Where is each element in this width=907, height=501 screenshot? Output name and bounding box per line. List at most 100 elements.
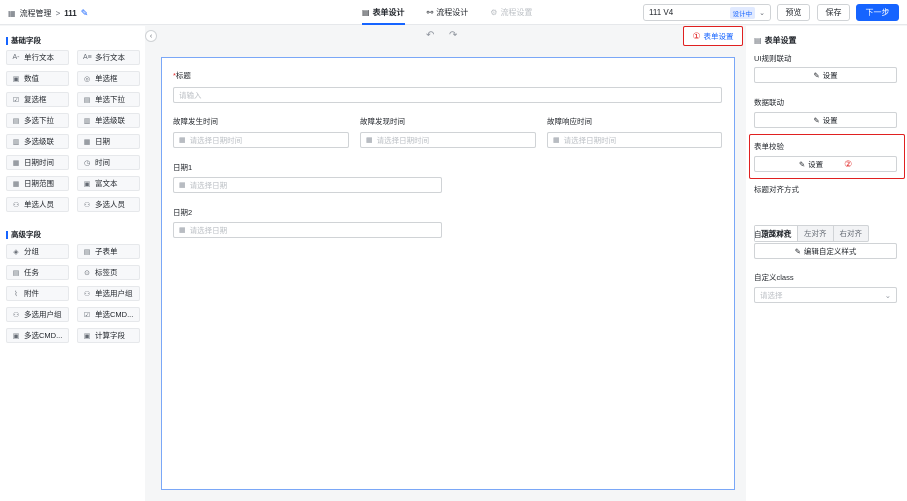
- custom-class-select[interactable]: 请选择 ⌄: [754, 287, 897, 303]
- field-item[interactable]: ▣ 计算字段: [77, 328, 140, 343]
- gear-icon: ⚙: [490, 8, 498, 17]
- title-align-label: 标题对齐方式: [754, 185, 799, 194]
- tab-flow-settings[interactable]: ⚙ 流程设置: [490, 7, 532, 18]
- fault-occur-datetime-input[interactable]: ▦ 请选择日期时间: [173, 132, 349, 148]
- tab-label: 流程设置: [500, 8, 533, 17]
- field-item[interactable]: ⚇ 单选用户组: [77, 286, 140, 301]
- field-item[interactable]: ▥ 多选级联: [6, 134, 69, 149]
- field-item-label: 标签页: [95, 268, 118, 277]
- field-item[interactable]: ▦ 日期范围: [6, 176, 69, 191]
- field-item[interactable]: ▦ 日期时间: [6, 155, 69, 170]
- field-item[interactable]: ▦ 日期: [77, 134, 140, 149]
- date1-input[interactable]: ▦ 请选择日期: [173, 177, 442, 193]
- preview-button[interactable]: 预览: [777, 4, 810, 21]
- field-type-icon: ▦: [12, 159, 20, 167]
- field-item[interactable]: A- 单行文本: [6, 50, 69, 65]
- fault-found-label: 故障发现时间: [360, 117, 405, 126]
- field-item-label: 日期范围: [24, 179, 54, 188]
- field-item[interactable]: ▣ 数值: [6, 71, 69, 86]
- field-item-label: 单选人员: [24, 200, 54, 209]
- document-icon: ▤: [754, 36, 762, 45]
- tab-flow-design[interactable]: ⚯ 流程设计: [427, 7, 469, 18]
- breadcrumb-root[interactable]: 流程管理: [20, 8, 52, 19]
- field-item[interactable]: A≡ 多行文本: [77, 50, 140, 65]
- canvas-toolbar: ↶ ↷: [150, 26, 745, 46]
- title-input[interactable]: 请输入: [173, 87, 722, 103]
- field-item[interactable]: ⚇ 单选人员: [6, 197, 69, 212]
- save-button[interactable]: 保存: [817, 4, 850, 21]
- field-item-label: 时间: [95, 158, 110, 167]
- settings-panel: ▤ 表单设置 UI规则联动 ✎ 设置 数据联动 ✎ 设置 表单校验 ✎ 设置 ②…: [746, 26, 907, 501]
- field-item[interactable]: ⊙ 标签页: [77, 265, 140, 280]
- annotation-marker-1: ①: [692, 30, 701, 41]
- ui-rule-label: UI规则联动: [754, 54, 792, 63]
- form-settings-button[interactable]: ① 表单设置: [683, 26, 743, 46]
- field-type-icon: ▦: [83, 138, 91, 146]
- placeholder-text: 请选择: [760, 290, 783, 300]
- field-item[interactable]: ▣ 富文本: [77, 176, 140, 191]
- edit-icon[interactable]: ✎: [81, 8, 89, 19]
- chevron-down-icon: ⌄: [884, 290, 891, 300]
- placeholder-text: 请选择日期: [189, 225, 228, 235]
- field-item[interactable]: ◎ 单选框: [77, 71, 140, 86]
- fault-response-datetime-input[interactable]: ▦ 请选择日期时间: [547, 132, 722, 148]
- custom-class-label: 自定义class: [754, 273, 794, 282]
- field-item[interactable]: ◈ 分组: [6, 244, 69, 259]
- calendar-icon: ▦: [179, 227, 186, 234]
- field-item-label: 单行文本: [24, 53, 54, 62]
- field-type-icon: ▥: [12, 138, 20, 146]
- ui-rule-settings-button[interactable]: ✎ 设置: [754, 67, 897, 83]
- field-item[interactable]: ⌇ 附件: [6, 286, 69, 301]
- field-item-label: 单选CMD...: [95, 310, 134, 319]
- field-type-icon: ▤: [12, 269, 20, 277]
- field-item[interactable]: ◷ 时间: [77, 155, 140, 170]
- field-item[interactable]: ▤ 子表单: [77, 244, 140, 259]
- align-left-option[interactable]: 左对齐: [798, 226, 834, 241]
- field-item-label: 富文本: [95, 179, 118, 188]
- field-type-icon: ▦: [12, 180, 20, 188]
- placeholder-text: 请选择日期: [189, 180, 228, 190]
- field-item[interactable]: ⚇ 多选用户组: [6, 307, 69, 322]
- field-type-icon: ⚇: [12, 311, 20, 319]
- field-type-icon: ⚇: [83, 290, 91, 298]
- field-item[interactable]: ▤ 任务: [6, 265, 69, 280]
- panel-title-text: 表单设置: [764, 36, 797, 45]
- field-type-icon: ▣: [83, 332, 91, 340]
- calendar-icon: ▦: [366, 137, 373, 144]
- data-link-settings-button[interactable]: ✎ 设置: [754, 112, 897, 128]
- date2-input[interactable]: ▦ 请选择日期: [173, 222, 442, 238]
- fault-found-datetime-input[interactable]: ▦ 请选择日期时间: [360, 132, 536, 148]
- undo-icon[interactable]: ↶: [426, 30, 434, 41]
- placeholder-text: 请输入: [179, 90, 202, 100]
- tab-form-design[interactable]: ▤ 表单设计: [362, 7, 405, 25]
- field-type-icon: ▣: [83, 180, 91, 188]
- tab-label: 流程设计: [436, 8, 469, 17]
- field-item[interactable]: ☑ 复选框: [6, 92, 69, 107]
- field-item[interactable]: ▥ 单选级联: [77, 113, 140, 128]
- field-type-icon: ▥: [83, 117, 91, 125]
- next-step-button[interactable]: 下一步: [856, 4, 899, 21]
- chevron-down-icon: ⌄: [759, 9, 765, 17]
- version-value: 111 V4: [649, 8, 674, 17]
- advanced-fields-title: 高级字段: [6, 229, 41, 240]
- field-type-icon: A≡: [83, 54, 92, 61]
- field-type-icon: ◎: [83, 75, 91, 83]
- field-item[interactable]: ⚇ 多选人员: [77, 197, 140, 212]
- field-item-label: 单选用户组: [95, 289, 133, 298]
- flow-icon: ⚯: [426, 8, 434, 17]
- form-icon: ▤: [362, 8, 370, 17]
- redo-icon[interactable]: ↷: [449, 30, 457, 41]
- field-item[interactable]: ☑ 单选CMD...: [77, 307, 140, 322]
- field-item-label: 分组: [24, 247, 39, 256]
- field-item-label: 单选级联: [95, 116, 125, 125]
- field-item[interactable]: ▤ 单选下拉: [77, 92, 140, 107]
- accent-bar: [6, 230, 8, 239]
- date2-label: 日期2: [173, 208, 193, 217]
- align-right-option[interactable]: 右对齐: [834, 226, 869, 241]
- version-select[interactable]: 111 V4 设计中 ⌄: [643, 4, 771, 21]
- form-canvas[interactable]: *标题 请输入 故障发生时间 ▦ 请选择日期时间 故障发现时间 ▦ 请选择日期时…: [161, 57, 735, 490]
- field-item-label: 日期: [95, 137, 110, 146]
- field-item[interactable]: ▤ 多选下拉: [6, 113, 69, 128]
- edit-custom-style-button[interactable]: ✎ 编辑自定义样式: [754, 243, 897, 259]
- field-item[interactable]: ▣ 多选CMD...: [6, 328, 69, 343]
